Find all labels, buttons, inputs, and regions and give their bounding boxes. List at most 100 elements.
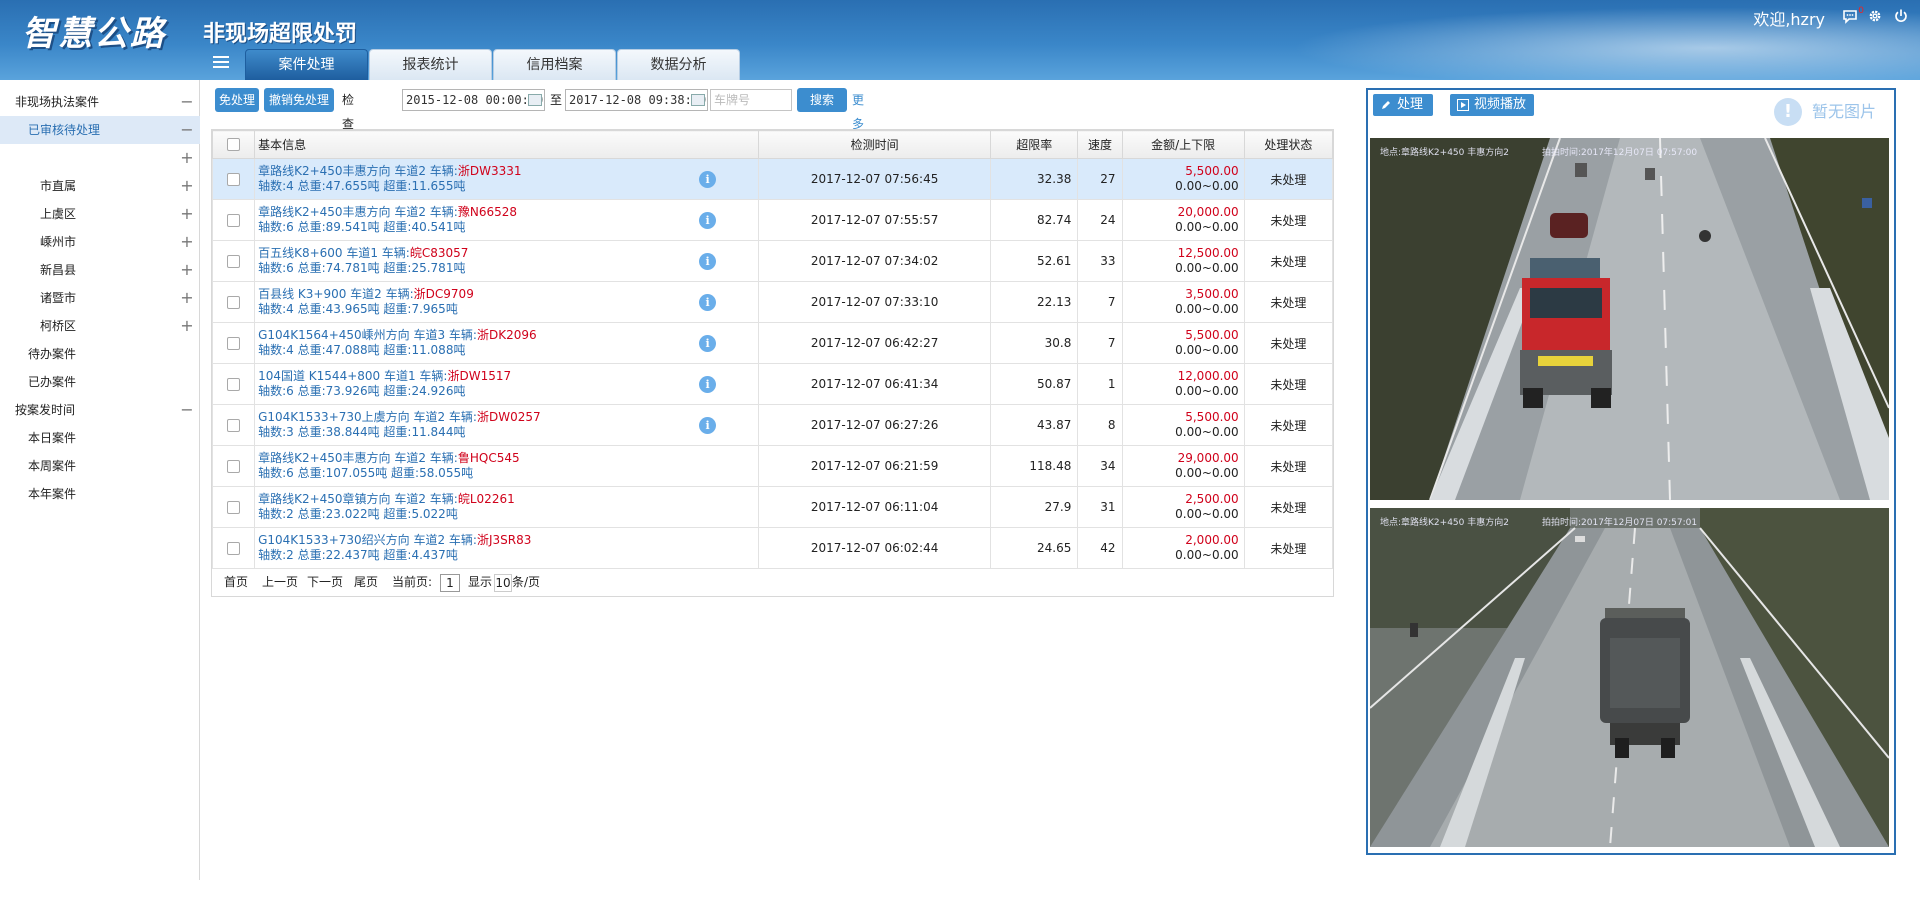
status-cell: 未处理 [1243, 486, 1334, 528]
basic-info-cell[interactable]: 章路线K2+450丰惠方向 车道2 车辆:鲁HQC545 轴数:6 总重:107.… [254, 445, 760, 487]
table-row[interactable]: 章路线K2+450丰惠方向 车道2 车辆:浙DW3331 轴数:4 总重:47.6… [211, 158, 1334, 200]
page-size-input[interactable]: 10 [494, 574, 512, 592]
exempt-button[interactable]: 免处理 [215, 88, 259, 112]
row-checkbox[interactable] [211, 404, 256, 446]
sidebar-item-unnamed[interactable]: + [0, 144, 200, 172]
info-icon[interactable]: i [699, 417, 717, 434]
basic-info-cell[interactable]: 章路线K2+450丰惠方向 车道2 车辆:豫N66528 轴数:6 总重:89.5… [254, 199, 760, 241]
info-icon[interactable]: i [699, 171, 717, 188]
search-button[interactable]: 搜索 [797, 88, 847, 112]
sidebar-item-reviewed-pending[interactable]: 已审核待处理 − [0, 116, 200, 144]
basic-info-cell[interactable]: G104K1533+730绍兴方向 车道2 车辆:浙J3SR83 轴数:2 总重:… [254, 527, 760, 569]
col-status[interactable]: 处理状态 [1243, 130, 1334, 159]
select-all-checkbox[interactable] [211, 130, 256, 159]
menu-toggle-icon[interactable] [213, 56, 229, 70]
tab-report-statistics[interactable]: 报表统计 [369, 49, 492, 80]
sidebar-item-shangyu[interactable]: 上虞区 + [0, 200, 200, 228]
last-page-link[interactable]: 尾页 [354, 569, 378, 596]
info-icon[interactable]: i [699, 376, 717, 393]
fine-range: 0.00~0.00 [1175, 343, 1239, 357]
calendar-icon[interactable] [691, 94, 705, 106]
sidebar: 非现场执法案件 − 已审核待处理 − + 市直属 + 上虞区 + 嵊州市 + 新昌县 + 诸… [0, 80, 200, 880]
row-checkbox[interactable] [211, 199, 256, 241]
weight-text: 轴数:4 总重:43.965吨 超重:7.965吨 [258, 302, 458, 316]
basic-info-cell[interactable]: G104K1533+730上虞方向 车道2 车辆:浙DW0257 轴数:3 总重:… [254, 404, 760, 446]
table-header-row: 基本信息 检测时间 超限率 速度 金额/上下限 处理状态 [211, 130, 1334, 159]
tab-credit-records[interactable]: 信用档案 [493, 49, 616, 80]
col-speed[interactable]: 速度 [1077, 130, 1123, 159]
sidebar-item-keqiao[interactable]: 柯桥区 + [0, 312, 200, 340]
current-page-input[interactable]: 1 [440, 574, 460, 592]
amount-cell: 12,500.00 0.00~0.00 [1121, 240, 1245, 282]
cancel-exempt-button[interactable]: 撤销免处理 [264, 88, 334, 112]
video-play-button[interactable]: 视频播放 [1450, 94, 1534, 116]
info-icon[interactable]: i [699, 294, 717, 311]
end-date-input[interactable]: 2017-12-08 09:38:49 [565, 89, 708, 111]
power-icon[interactable] [1892, 8, 1910, 26]
table-row[interactable]: 百县线 K3+900 车道2 车辆:浙DC9709 轴数:4 总重:43.965吨… [211, 281, 1334, 323]
fine-amount: 12,000.00 [1177, 369, 1239, 383]
basic-info-cell[interactable]: 章路线K2+450章镇方向 车道2 车辆:皖L02261 轴数:2 总重:23.0… [254, 486, 760, 528]
table-row[interactable]: 章路线K2+450章镇方向 车道2 车辆:皖L02261 轴数:2 总重:23.0… [211, 486, 1334, 528]
sidebar-item-done-cases[interactable]: 已办案件 [0, 368, 200, 396]
system-title: 非现场超限处罚 [203, 22, 358, 47]
status-cell: 未处理 [1243, 404, 1334, 446]
table-row[interactable]: 章路线K2+450丰惠方向 车道2 车辆:鲁HQC545 轴数:6 总重:107.… [211, 445, 1334, 487]
tab-data-analysis[interactable]: 数据分析 [617, 49, 740, 80]
basic-info-cell[interactable]: 104国道 K1544+800 车道1 车辆:浙DW1517 轴数:6 总重:73… [254, 363, 760, 405]
sidebar-item-xinchang[interactable]: 新昌县 + [0, 256, 200, 284]
basic-info-cell[interactable]: G104K1564+450嵊州方向 车道3 车辆:浙DK2096 轴数:4 总重:… [254, 322, 760, 364]
row-checkbox[interactable] [211, 445, 256, 487]
sidebar-item-city-direct[interactable]: 市直属 + [0, 172, 200, 200]
message-icon[interactable]: 0 [1841, 6, 1864, 26]
sidebar-item-offsite-cases[interactable]: 非现场执法案件 − [0, 88, 200, 116]
process-button[interactable]: 处理 [1373, 94, 1433, 116]
sidebar-item-this-week[interactable]: 本周案件 [0, 452, 200, 480]
row-checkbox[interactable] [211, 363, 256, 405]
row-checkbox[interactable] [211, 281, 256, 323]
settings-icon[interactable] [1866, 8, 1884, 26]
col-detect-time[interactable]: 检测时间 [758, 130, 992, 159]
basic-info-cell[interactable]: 章路线K2+450丰惠方向 车道2 车辆:浙DW3331 轴数:4 总重:47.6… [254, 158, 760, 200]
sidebar-item-today[interactable]: 本日案件 [0, 424, 200, 452]
next-page-link[interactable]: 下一页 [307, 569, 343, 596]
capture-photo-2[interactable]: 地点:章路线K2+450 丰惠方向2 拍拍时间:2017年12月07日 07:5… [1370, 508, 1889, 847]
sidebar-item-zhuji[interactable]: 诸暨市 + [0, 284, 200, 312]
prev-page-link[interactable]: 上一页 [262, 569, 298, 596]
start-date-input[interactable]: 2015-12-08 00:00:00 [402, 89, 545, 111]
row-checkbox[interactable] [211, 240, 256, 282]
sidebar-item-by-time[interactable]: 按案发时间 − [0, 396, 200, 424]
basic-info-cell[interactable]: 百县线 K3+900 车道2 车辆:浙DC9709 轴数:4 总重:43.965吨… [254, 281, 760, 323]
col-over-rate[interactable]: 超限率 [990, 130, 1079, 159]
plate-number-input[interactable]: 车牌号 [710, 89, 792, 111]
sidebar-item-this-year[interactable]: 本年案件 [0, 480, 200, 508]
first-page-link[interactable]: 首页 [224, 569, 248, 596]
info-icon[interactable]: i [699, 253, 717, 270]
basic-info-cell[interactable]: 百五线K8+600 车道1 车辆:皖C83057 轴数:6 总重:74.781吨 … [254, 240, 760, 282]
col-basic-info[interactable]: 基本信息 [254, 130, 760, 159]
info-icon[interactable]: i [699, 335, 717, 352]
info-icon[interactable]: i [699, 212, 717, 229]
amount-cell: 29,000.00 0.00~0.00 [1121, 445, 1245, 487]
tab-case-processing[interactable]: 案件处理 [245, 49, 368, 80]
table-row[interactable]: 百五线K8+600 车道1 车辆:皖C83057 轴数:6 总重:74.781吨 … [211, 240, 1334, 282]
row-checkbox[interactable] [211, 322, 256, 364]
photo2-location: 地点:章路线K2+450 丰惠方向2 [1380, 518, 1509, 528]
sidebar-item-shengzhou[interactable]: 嵊州市 + [0, 228, 200, 256]
sidebar-item-todo-cases[interactable]: 待办案件 [0, 340, 200, 368]
plate-number: 皖L02261 [457, 492, 515, 506]
table-row[interactable]: G104K1533+730绍兴方向 车道2 车辆:浙J3SR83 轴数:2 总重:… [211, 527, 1334, 569]
table-row[interactable]: 104国道 K1544+800 车道1 车辆:浙DW1517 轴数:6 总重:73… [211, 363, 1334, 405]
amount-cell: 2,500.00 0.00~0.00 [1121, 486, 1245, 528]
col-amount[interactable]: 金额/上下限 [1121, 130, 1245, 159]
capture-photo-1[interactable]: 地点:章路线K2+450 丰惠方向2 拍拍时间:2017年12月07日 07:5… [1370, 138, 1889, 500]
row-checkbox[interactable] [211, 158, 256, 200]
calendar-icon[interactable] [528, 94, 542, 106]
table-row[interactable]: G104K1533+730上虞方向 车道2 车辆:浙DW0257 轴数:3 总重:… [211, 404, 1334, 446]
fine-range: 0.00~0.00 [1175, 507, 1239, 521]
fine-range: 0.00~0.00 [1175, 261, 1239, 275]
row-checkbox[interactable] [211, 486, 256, 528]
table-row[interactable]: G104K1564+450嵊州方向 车道3 车辆:浙DK2096 轴数:4 总重:… [211, 322, 1334, 364]
row-checkbox[interactable] [211, 527, 256, 569]
table-row[interactable]: 章路线K2+450丰惠方向 车道2 车辆:豫N66528 轴数:6 总重:89.5… [211, 199, 1334, 241]
